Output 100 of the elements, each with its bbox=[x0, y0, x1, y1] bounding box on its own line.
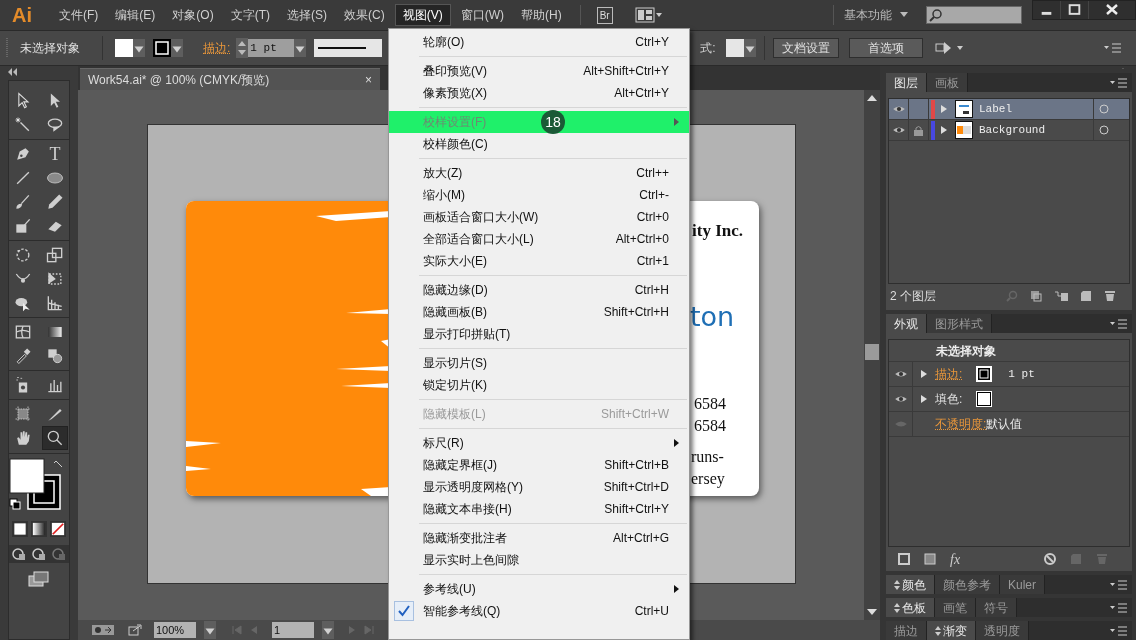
appearance-link[interactable]: 不透明度: bbox=[935, 415, 987, 433]
fill-swatch[interactable] bbox=[115, 39, 133, 57]
menu-item[interactable]: 轮廓(O) Ctrl+Y bbox=[389, 31, 689, 53]
panel-tab[interactable]: Kuler bbox=[1000, 575, 1045, 594]
menu-item[interactable]: 文件(F) bbox=[52, 4, 106, 26]
menu-item[interactable]: 像素预览(X) Alt+Ctrl+Y bbox=[389, 82, 689, 104]
panel-tab[interactable]: 色板 bbox=[886, 598, 935, 617]
lock-icon[interactable] bbox=[914, 124, 923, 136]
menu-item[interactable]: 视图(V) bbox=[394, 4, 451, 26]
menu-item[interactable]: 隐藏边缘(D) Ctrl+H bbox=[389, 279, 689, 301]
eye-icon[interactable] bbox=[893, 369, 908, 379]
style-swatch[interactable] bbox=[725, 39, 744, 57]
panel-tab[interactable]: 描边 bbox=[886, 621, 927, 640]
menu-item[interactable]: 参考线(U) bbox=[389, 578, 689, 600]
panel-tab[interactable]: 画笔 bbox=[935, 598, 976, 617]
scroll-thumb[interactable] bbox=[865, 344, 879, 360]
appearance-link[interactable]: 描边: bbox=[935, 365, 963, 383]
effects-button[interactable]: fx bbox=[950, 548, 961, 570]
clear-icon[interactable] bbox=[1044, 553, 1056, 565]
spinner-icon[interactable] bbox=[236, 38, 249, 58]
new-sublayer-icon[interactable] bbox=[1054, 290, 1068, 302]
panel-menu-icon[interactable] bbox=[1110, 578, 1128, 591]
menu-item[interactable]: 实际大小(E) Ctrl+1 bbox=[389, 250, 689, 272]
fill-swatch[interactable] bbox=[976, 391, 993, 407]
stroke-swatch[interactable] bbox=[976, 366, 993, 382]
color-mode-icon[interactable] bbox=[12, 521, 28, 537]
bridge-button[interactable]: Br bbox=[596, 6, 613, 24]
line-style-field[interactable] bbox=[314, 39, 383, 57]
menu-item[interactable]: 选择(S) bbox=[280, 4, 334, 26]
expand-triangle-icon[interactable] bbox=[941, 105, 947, 113]
layout-icon[interactable] bbox=[634, 7, 663, 23]
menu-item[interactable]: 文字(T) bbox=[223, 4, 277, 26]
share-icon[interactable] bbox=[128, 624, 142, 636]
scroll-up-icon[interactable] bbox=[867, 94, 877, 102]
screen-mode-icon[interactable] bbox=[28, 571, 50, 587]
type-tool[interactable]: T bbox=[42, 142, 68, 166]
layer-row[interactable]: Label bbox=[889, 99, 1129, 120]
menu-item[interactable]: 校样颜色(C) bbox=[389, 133, 689, 155]
scroll-down-icon[interactable] bbox=[867, 608, 877, 616]
panel-menu-icon[interactable] bbox=[1110, 76, 1128, 89]
panel-tab[interactable]: 外观 bbox=[886, 314, 927, 333]
draw-behind-icon[interactable] bbox=[30, 546, 48, 562]
menu-item[interactable]: 窗口(W) bbox=[453, 4, 511, 26]
align-icon[interactable] bbox=[934, 40, 965, 56]
draw-normal-icon[interactable] bbox=[10, 546, 28, 562]
close-tab-button[interactable]: × bbox=[365, 70, 372, 89]
menu-item[interactable]: 全部适合窗口大小(L) Alt+Ctrl+0 bbox=[389, 228, 689, 250]
stroke-swatch[interactable] bbox=[153, 39, 171, 57]
collapse-icon[interactable] bbox=[8, 68, 18, 76]
stroke-weight-field[interactable]: 1 pt bbox=[248, 39, 295, 57]
tool-button[interactable] bbox=[42, 426, 68, 450]
menu-item[interactable]: 编辑(E) bbox=[108, 4, 163, 26]
document-tab[interactable]: Work54.ai* @ 100% (CMYK/预览) × bbox=[80, 68, 380, 90]
menu-item[interactable]: 叠印预览(V) Alt+Shift+Ctrl+Y bbox=[389, 60, 689, 82]
panel-tab[interactable]: 颜色 bbox=[886, 575, 935, 594]
zoom-field[interactable]: 100% bbox=[154, 622, 196, 638]
panel-tab[interactable]: 透明度 bbox=[976, 621, 1029, 640]
menu-item[interactable]: 缩小(M) Ctrl+- bbox=[389, 184, 689, 206]
target-circle-icon[interactable] bbox=[1098, 125, 1109, 135]
layer-row[interactable]: Background bbox=[889, 120, 1129, 141]
panel-tab[interactable]: 符号 bbox=[976, 598, 1017, 617]
panel-menu-icon[interactable] bbox=[1110, 317, 1128, 330]
expand-triangle-icon[interactable] bbox=[921, 395, 927, 403]
new-fill-icon[interactable] bbox=[924, 553, 936, 565]
menu-item[interactable]: 校样设置(F) 18 bbox=[389, 111, 689, 133]
new-stroke-icon[interactable] bbox=[898, 553, 910, 565]
panel-menu-icon[interactable] bbox=[1110, 624, 1128, 637]
search-field[interactable] bbox=[925, 6, 1022, 24]
target-circle-icon[interactable] bbox=[1098, 104, 1109, 114]
expand-triangle-icon[interactable] bbox=[941, 126, 947, 134]
menu-item[interactable]: 画板适合窗口大小(W) Ctrl+0 bbox=[389, 206, 689, 228]
panel-tab[interactable]: 图层 bbox=[886, 73, 927, 92]
menu-item[interactable]: 标尺(R) bbox=[389, 432, 689, 454]
gradient-mode-icon[interactable] bbox=[31, 521, 47, 537]
menu-item[interactable]: 隐藏定界框(J) Shift+Ctrl+B bbox=[389, 454, 689, 476]
menu-item[interactable]: 隐藏文本串接(H) Shift+Ctrl+Y bbox=[389, 498, 689, 520]
menu-item[interactable]: 显示打印拼贴(T) bbox=[389, 323, 689, 345]
menu-item[interactable]: 显示实时上色间隙 bbox=[389, 549, 689, 571]
preferences-button[interactable]: 首选项 bbox=[848, 38, 923, 58]
document-setup-button[interactable]: 文档设置 bbox=[772, 38, 839, 58]
eye-icon[interactable] bbox=[893, 394, 908, 404]
expand-triangle-icon[interactable] bbox=[921, 370, 927, 378]
workspace-switcher[interactable]: 基本功能 bbox=[833, 6, 918, 24]
menu-item[interactable]: 显示透明度网格(Y) Shift+Ctrl+D bbox=[389, 476, 689, 498]
eye-icon[interactable] bbox=[891, 125, 906, 135]
menu-item[interactable]: 显示切片(S) bbox=[389, 352, 689, 374]
panel-tab[interactable]: 图形样式 bbox=[927, 314, 992, 333]
make-mask-icon[interactable] bbox=[1030, 290, 1042, 302]
status-options-icon[interactable] bbox=[92, 624, 114, 636]
artboard-field[interactable]: 1 bbox=[272, 622, 314, 638]
eye-icon[interactable] bbox=[891, 104, 906, 114]
menu-item[interactable]: 锁定切片(K) bbox=[389, 374, 689, 396]
stroke-label[interactable]: 描边: bbox=[203, 39, 231, 57]
menu-item[interactable]: 对象(O) bbox=[165, 4, 221, 26]
panel-tab[interactable]: 画板 bbox=[927, 73, 968, 92]
trash-icon[interactable] bbox=[1104, 290, 1116, 302]
panel-menu-icon[interactable] bbox=[1110, 601, 1128, 614]
menu-item[interactable]: 隐藏画板(B) Shift+Ctrl+H bbox=[389, 301, 689, 323]
menu-item[interactable]: 智能参考线(Q) Ctrl+U bbox=[389, 600, 689, 622]
none-mode-icon[interactable] bbox=[50, 521, 66, 537]
